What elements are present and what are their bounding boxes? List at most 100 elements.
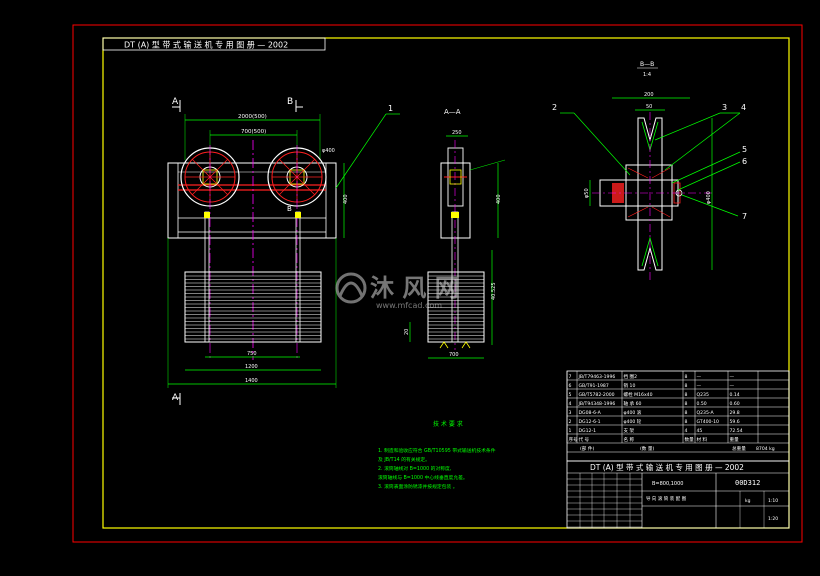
parts-cell: JB/T94348-1996	[578, 401, 616, 407]
dim-side-top: 250	[452, 130, 462, 136]
callout-6: 6	[742, 157, 747, 166]
parts-cell: 挡 圈2	[624, 373, 638, 380]
parts-header-cell: 名 称	[624, 436, 635, 443]
dim-side-right: 40.525	[491, 283, 497, 301]
note-line-3: 2. 滚筒轴线对 B=1000 的对称度,	[378, 465, 452, 472]
parts-cell: —	[697, 375, 702, 380]
dim-main-right: 400	[343, 194, 349, 204]
parts-footer-cell: 8704 kg	[756, 446, 775, 452]
section-aa-label: A—A	[444, 108, 461, 116]
marker-b-top: B	[287, 97, 293, 107]
cad-drawing: DT (A) 型 带 式 输 送 机 专 用 图 册 — 2002 A B A …	[72, 24, 803, 543]
note-line-2: 及 JB/T14 的有关规定。	[378, 456, 430, 463]
parts-cell: Q235	[697, 392, 709, 398]
parts-header-cell: 序号	[569, 436, 579, 443]
parts-header-cell: 代 号	[579, 436, 590, 443]
parts-cell: 3	[569, 410, 572, 416]
parts-footer-cell: (数 量)	[640, 445, 654, 452]
parts-cell: φ400 轮	[624, 418, 642, 425]
parts-header-cell: 数量	[685, 436, 695, 443]
parts-footer-cell: (部 件)	[580, 445, 594, 452]
dim-main-top-1: 2000(500)	[238, 114, 267, 120]
parts-cell: DG12-6-1	[579, 419, 601, 425]
callout-7: 7	[742, 212, 747, 221]
parts-cell: 8	[685, 374, 688, 380]
section-bb-label: B—B	[640, 61, 654, 68]
parts-cell: GB/T5782-2000	[579, 392, 615, 398]
parts-cell: 59.6	[730, 419, 740, 425]
title-block-name: 导 向 滚 筒 装 配 图	[646, 495, 687, 502]
marker-b-mid: B	[287, 205, 292, 213]
parts-cell: DG12-1	[579, 428, 597, 434]
dim-main-bottom-1: 750	[247, 351, 257, 357]
watermark: 沐 风 网 www.mfcad.com	[335, 272, 459, 310]
parts-cell: 4	[685, 428, 688, 434]
marker-a-top: A	[172, 97, 179, 107]
parts-cell: 1	[569, 428, 572, 434]
parts-cell: Q235-A	[697, 410, 715, 416]
dim-main-bottom-3: 1400	[245, 378, 258, 384]
notes-title: 技 术 要 求	[433, 420, 463, 428]
parts-cell: 销 10	[624, 382, 636, 389]
parts-cell: DG08-6-A	[579, 410, 602, 416]
parts-cell: 8	[685, 410, 688, 416]
parts-header-cell: 重量	[730, 436, 740, 443]
parts-cell: 支 架	[624, 427, 635, 434]
title-block-scale: 1:10	[768, 498, 778, 504]
note-line-5: 3. 滚筒表面涂防锈漆并按规定包装 。	[378, 483, 458, 490]
title-block: DT (A) 型 带 式 输 送 机 专 用 图 册 — 2002 B=800,…	[566, 460, 790, 529]
dim-detail-right: φ400	[706, 191, 712, 204]
technical-notes: 技 术 要 求 1. 制造和验收应符合 GB/T10595 带式输送机技术条件 …	[378, 420, 496, 490]
side-view-aa: A—A 250 400 40.525 700 20	[404, 108, 506, 359]
title-block-code: 00D312	[735, 479, 760, 487]
parts-cell: GT400-10	[697, 419, 720, 425]
parts-cell: —	[697, 384, 702, 389]
top-title-banner: DT (A) 型 带 式 输 送 机 专 用 图 册 — 2002	[102, 37, 326, 51]
watermark-brand: 沐 风 网	[370, 274, 459, 302]
dim-detail-top-1: 200	[644, 92, 654, 98]
parts-cell: JB/T79463-1996	[578, 374, 616, 380]
parts-header-cell: 材 料	[697, 436, 708, 443]
parts-footer-cell: 总重量	[732, 445, 746, 452]
callout-4: 4	[741, 103, 746, 112]
parts-cell: 4	[569, 401, 572, 407]
parts-cell: 8	[685, 383, 688, 389]
dim-main-dia: φ400	[322, 148, 335, 154]
note-line-4: 滚筒轴线与 B=1000 中心线垂直度允差。	[378, 474, 468, 481]
dim-main-bottom-2: 1200	[245, 364, 258, 370]
parts-cell: 8	[685, 419, 688, 425]
callout-2: 2	[552, 103, 557, 112]
parts-cell: 螺栓 M16x40	[624, 391, 653, 398]
callout-5: 5	[742, 145, 747, 154]
parts-cell: 7	[569, 374, 572, 380]
top-title-text: DT (A) 型 带 式 输 送 机 专 用 图 册 — 2002	[124, 40, 288, 50]
parts-cell: 0.60	[730, 401, 740, 407]
parts-cell: 轴 承 60	[624, 400, 642, 407]
title-block-unit: kg	[745, 498, 751, 504]
parts-cell: GB/T91-1987	[579, 383, 609, 389]
watermark-url: www.mfcad.com	[376, 301, 442, 310]
parts-cell: —	[730, 384, 735, 389]
parts-cell: 8	[685, 392, 688, 398]
dim-side-height: 400	[496, 194, 502, 204]
parts-cell: 8	[685, 401, 688, 407]
parts-cell: —	[730, 375, 735, 380]
parts-cell: 45	[697, 428, 703, 434]
callout-1: 1	[388, 104, 393, 113]
parts-list: 7 JB/T79463-1996 挡 圈2 8 — — 6 GB/T91-1987 销 10 8 —…	[566, 370, 790, 462]
dim-side-bottom: 700	[449, 352, 459, 358]
main-front-view: A B A 2000(500) 700(500) φ400 B 400 750 …	[167, 97, 400, 405]
parts-cell: φ400 滚	[624, 409, 642, 416]
section-bb-scale: 1:4	[643, 72, 651, 78]
detail-view-bb: B—B 1:4 200 50 φ50 φ400 2 3 4 5 6 7	[552, 61, 747, 282]
title-block-banner: DT (A) 型 带 式 输 送 机 专 用 图 册 — 2002	[590, 462, 744, 472]
parts-cell: 0.14	[730, 392, 740, 398]
parts-cell: 5	[569, 392, 572, 398]
dim-main-top-2: 700(500)	[241, 129, 266, 135]
parts-cell: 6	[569, 383, 572, 389]
title-block-sheet: 1:20	[768, 516, 778, 522]
parts-cell: 0.50	[697, 401, 707, 407]
dim-detail-left: φ50	[584, 188, 590, 198]
parts-cell: 2	[569, 419, 572, 425]
parts-cell: 29.8	[730, 410, 740, 416]
